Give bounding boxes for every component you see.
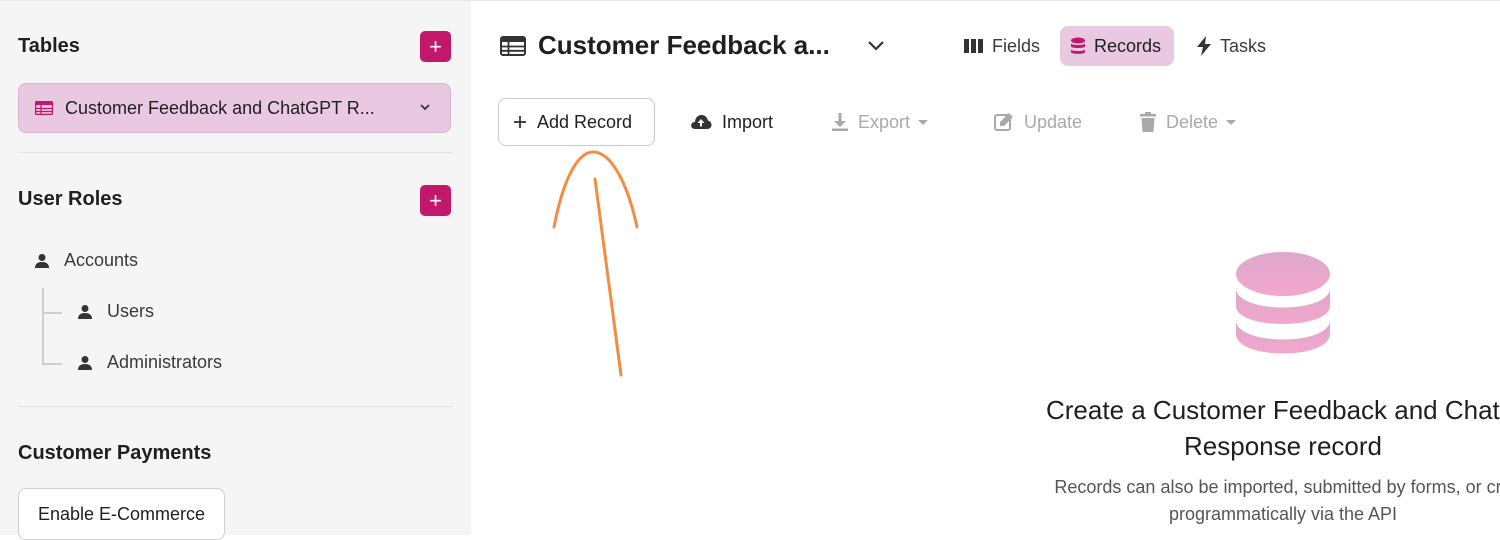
update-button[interactable]: Update bbox=[994, 98, 1082, 146]
columns-icon bbox=[964, 39, 983, 53]
plus-icon bbox=[514, 116, 526, 128]
empty-state-title: Create a Customer Feedback and ChatG Res… bbox=[1008, 392, 1500, 464]
sidebar: Tables + Customer Feedback and ChatGPT R… bbox=[0, 0, 471, 540]
trash-icon bbox=[1140, 112, 1156, 132]
tab-fields[interactable]: Fields bbox=[954, 26, 1050, 66]
tree-line bbox=[42, 288, 44, 364]
table-item-customer-feedback[interactable]: Customer Feedback and ChatGPT R... bbox=[18, 83, 451, 133]
add-table-button[interactable]: + bbox=[420, 31, 451, 62]
export-button[interactable]: Export bbox=[832, 98, 929, 146]
tab-label: Fields bbox=[992, 35, 1041, 56]
delete-button[interactable]: Delete bbox=[1140, 98, 1237, 146]
tab-records[interactable]: Records bbox=[1060, 26, 1174, 66]
person-icon bbox=[78, 355, 92, 370]
add-role-button[interactable]: + bbox=[420, 185, 451, 216]
empty-sub-line: Records can also be imported, submitted … bbox=[1054, 477, 1500, 497]
tree-line bbox=[42, 312, 62, 314]
page-title: Customer Feedback a... bbox=[538, 30, 830, 60]
export-label: Export bbox=[858, 111, 911, 132]
enable-ecommerce-button[interactable]: Enable E-Commerce bbox=[18, 488, 225, 540]
role-label: Users bbox=[107, 301, 155, 321]
import-label: Import bbox=[722, 111, 774, 132]
empty-state-subtitle: Records can also be imported, submitted … bbox=[1008, 474, 1500, 528]
download-icon bbox=[832, 113, 848, 131]
role-administrators[interactable]: Administrators bbox=[77, 352, 222, 373]
person-icon bbox=[35, 253, 49, 268]
divider bbox=[18, 152, 453, 153]
empty-sub-line: programmatically via the API bbox=[1168, 504, 1398, 524]
empty-title-line: Response record bbox=[1184, 431, 1382, 461]
tab-label: Records bbox=[1094, 35, 1162, 56]
tab-tasks[interactable]: Tasks bbox=[1186, 26, 1276, 66]
customer-payments-title: Customer Payments bbox=[18, 442, 212, 464]
chevron-down-icon[interactable] bbox=[418, 100, 432, 114]
table-icon bbox=[35, 101, 53, 115]
tables-title: Tables bbox=[18, 35, 80, 57]
role-accounts[interactable]: Accounts bbox=[34, 250, 138, 271]
caret-down-icon bbox=[1226, 119, 1237, 125]
divider bbox=[18, 406, 453, 407]
database-icon bbox=[1236, 252, 1330, 354]
empty-title-line: Create a Customer Feedback and ChatG bbox=[1045, 395, 1500, 425]
person-icon bbox=[78, 304, 92, 319]
tab-label: Tasks bbox=[1220, 35, 1267, 56]
table-item-label: Customer Feedback and ChatGPT R... bbox=[65, 97, 375, 118]
table-icon bbox=[500, 36, 526, 56]
tree-line bbox=[42, 363, 62, 365]
role-label: Accounts bbox=[64, 250, 139, 270]
database-icon bbox=[1071, 37, 1085, 54]
plus-icon: + bbox=[429, 187, 442, 213]
edit-icon bbox=[994, 113, 1013, 131]
caret-down-icon bbox=[918, 119, 929, 125]
role-label: Administrators bbox=[107, 352, 223, 372]
plus-icon: + bbox=[429, 33, 442, 59]
delete-label: Delete bbox=[1166, 111, 1219, 132]
user-roles-title: User Roles bbox=[18, 188, 123, 210]
add-record-button[interactable]: Add Record bbox=[498, 98, 655, 146]
update-label: Update bbox=[1024, 111, 1083, 132]
role-users[interactable]: Users bbox=[77, 301, 154, 322]
cloud-upload-icon bbox=[691, 115, 712, 129]
add-record-label: Add Record bbox=[537, 111, 633, 132]
chevron-down-icon[interactable] bbox=[866, 38, 886, 54]
bolt-icon bbox=[1197, 36, 1211, 56]
import-button[interactable]: Import bbox=[690, 98, 773, 146]
